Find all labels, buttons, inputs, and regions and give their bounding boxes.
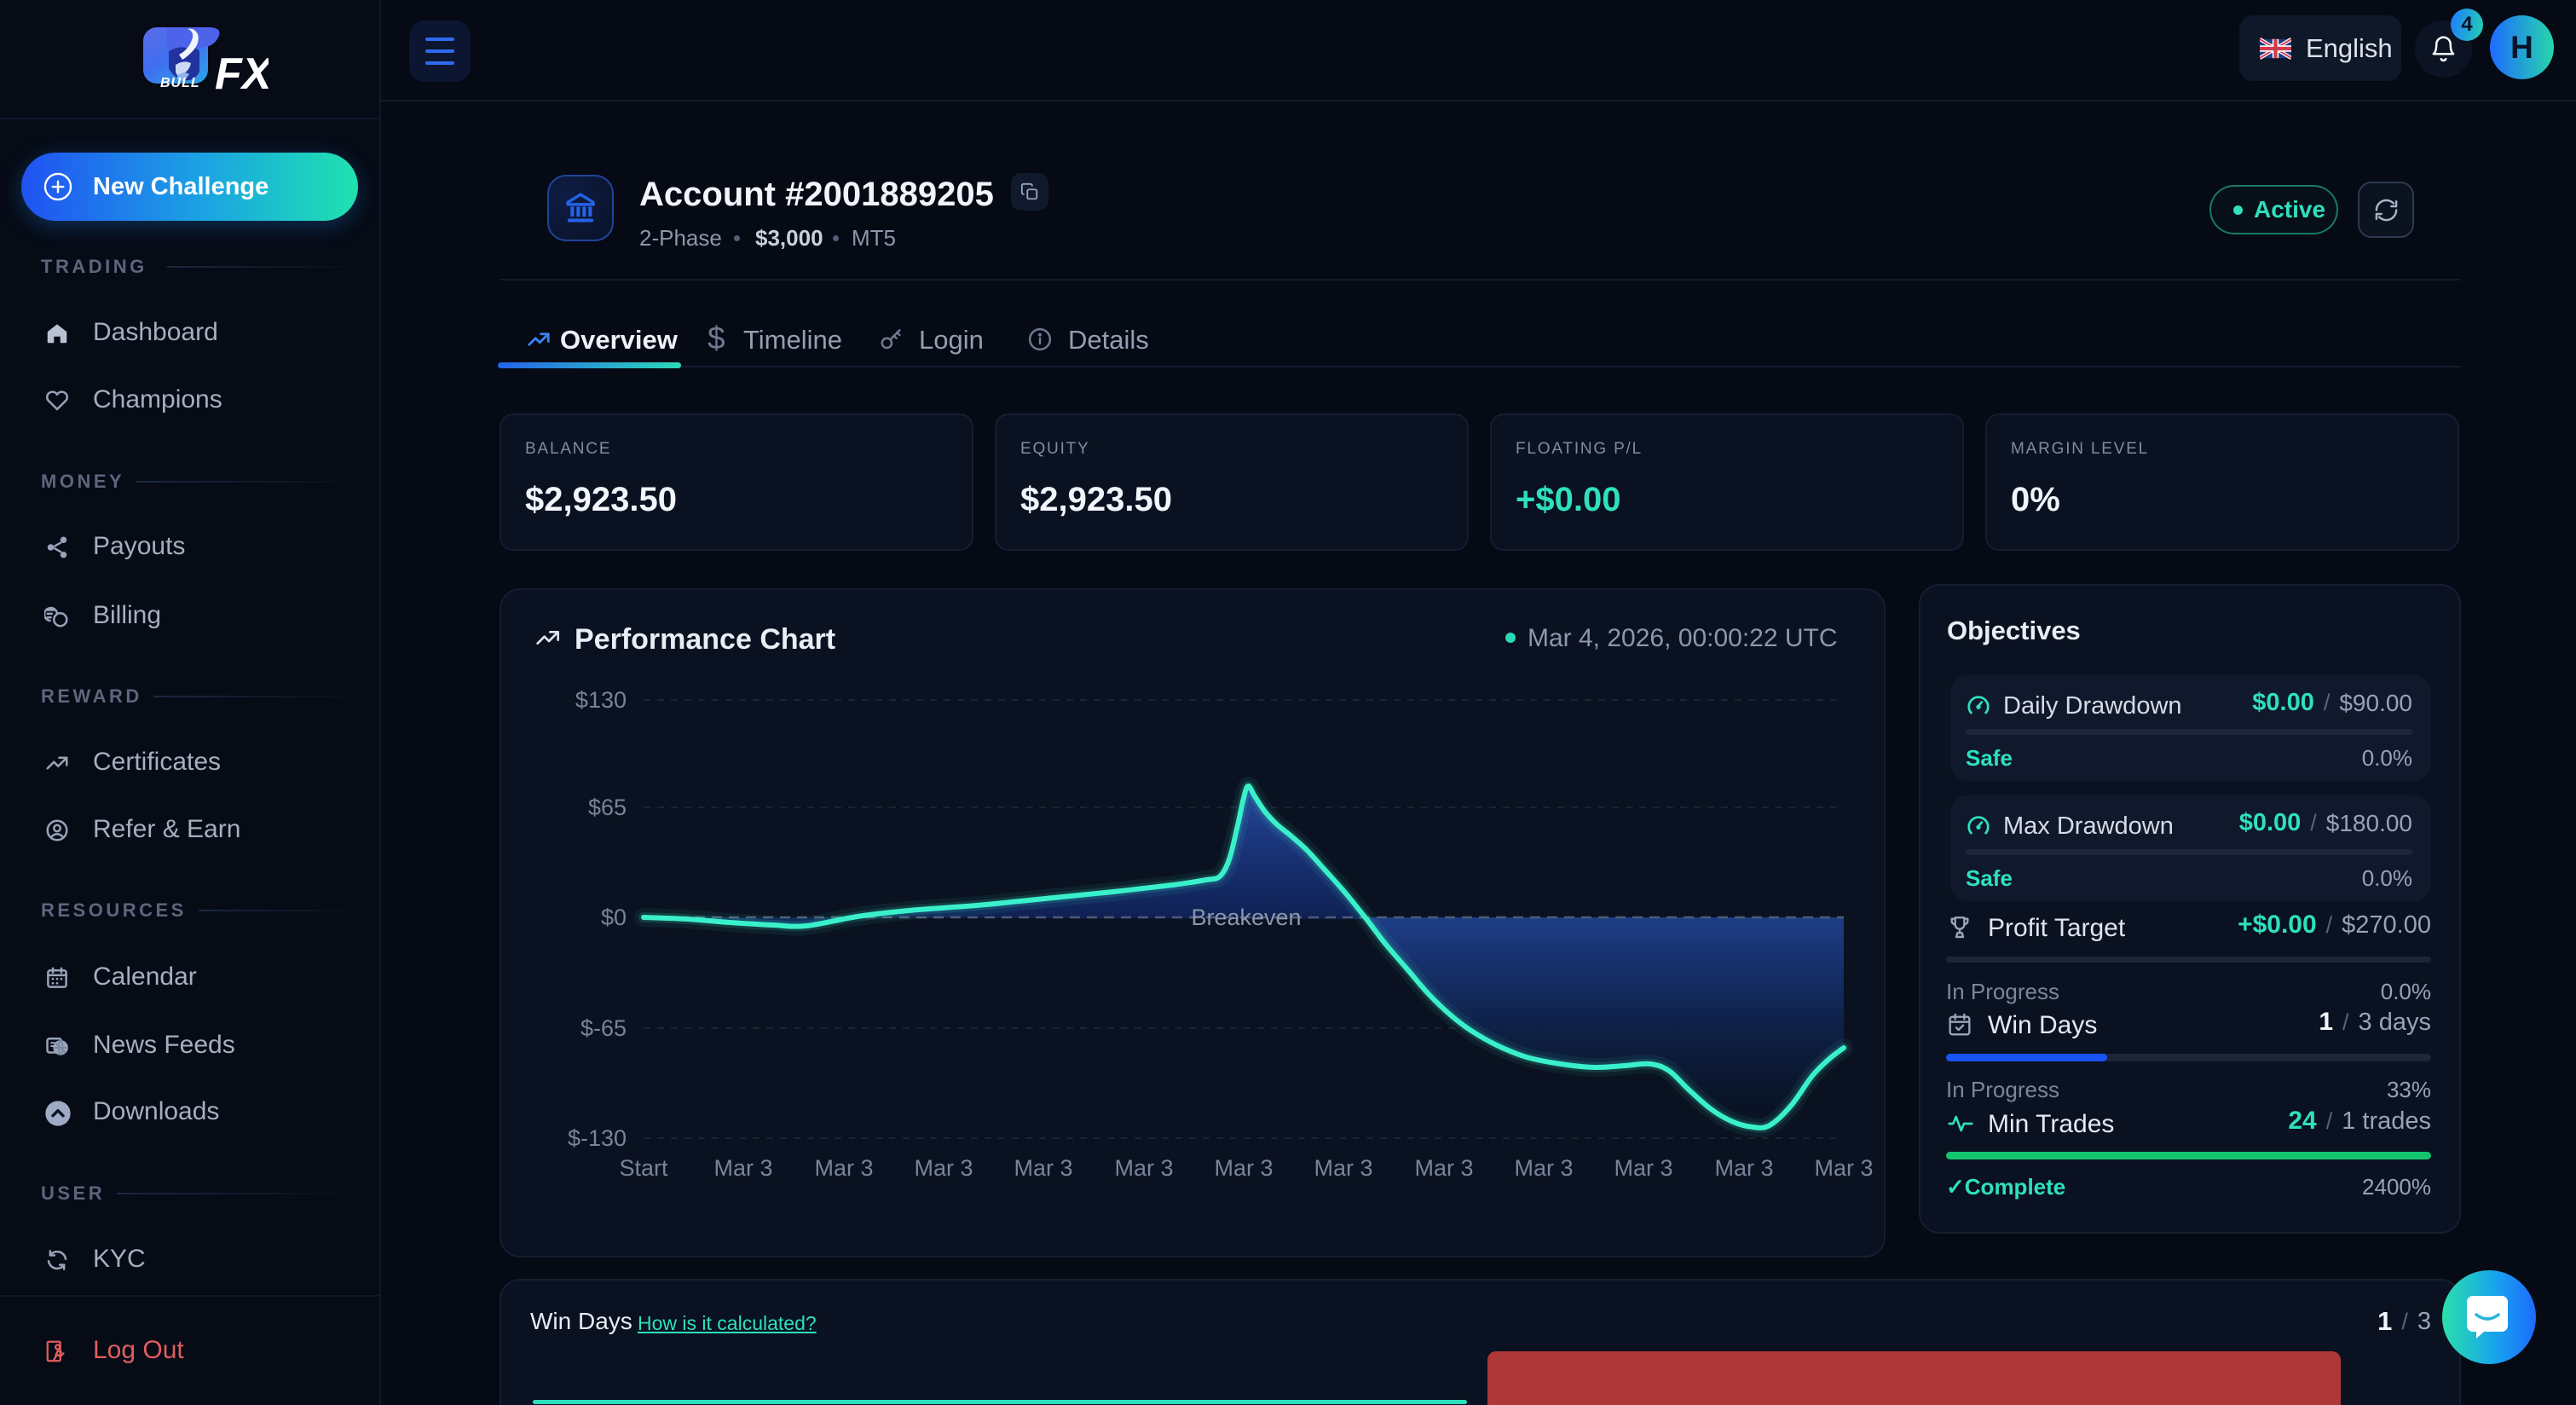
svg-text:Mar 3: Mar 3 — [1014, 1155, 1072, 1181]
svg-text:Mar 3: Mar 3 — [814, 1155, 873, 1181]
svg-text:Mar 3: Mar 3 — [1214, 1155, 1273, 1181]
svg-text:Mar 3: Mar 3 — [1714, 1155, 1773, 1181]
svg-text:Mar 3: Mar 3 — [1614, 1155, 1672, 1181]
svg-text:$0: $0 — [601, 905, 627, 930]
svg-text:$-130: $-130 — [568, 1125, 627, 1151]
svg-text:Mar 3: Mar 3 — [1514, 1155, 1573, 1181]
svg-text:$-65: $-65 — [580, 1015, 627, 1041]
svg-text:Start: Start — [619, 1155, 668, 1181]
svg-text:Mar 3: Mar 3 — [914, 1155, 973, 1181]
svg-text:$130: $130 — [575, 687, 627, 713]
svg-text:Mar 3: Mar 3 — [1314, 1155, 1372, 1181]
svg-text:BULL: BULL — [160, 76, 200, 90]
svg-text:Mar 3: Mar 3 — [1814, 1155, 1873, 1181]
svg-text:Mar 3: Mar 3 — [713, 1155, 772, 1181]
svg-text:$65: $65 — [588, 795, 627, 820]
svg-text:Breakeven: Breakeven — [1191, 905, 1301, 930]
svg-text:FX: FX — [215, 49, 269, 92]
svg-text:Mar 3: Mar 3 — [1114, 1155, 1173, 1181]
svg-text:Mar 3: Mar 3 — [1414, 1155, 1473, 1181]
